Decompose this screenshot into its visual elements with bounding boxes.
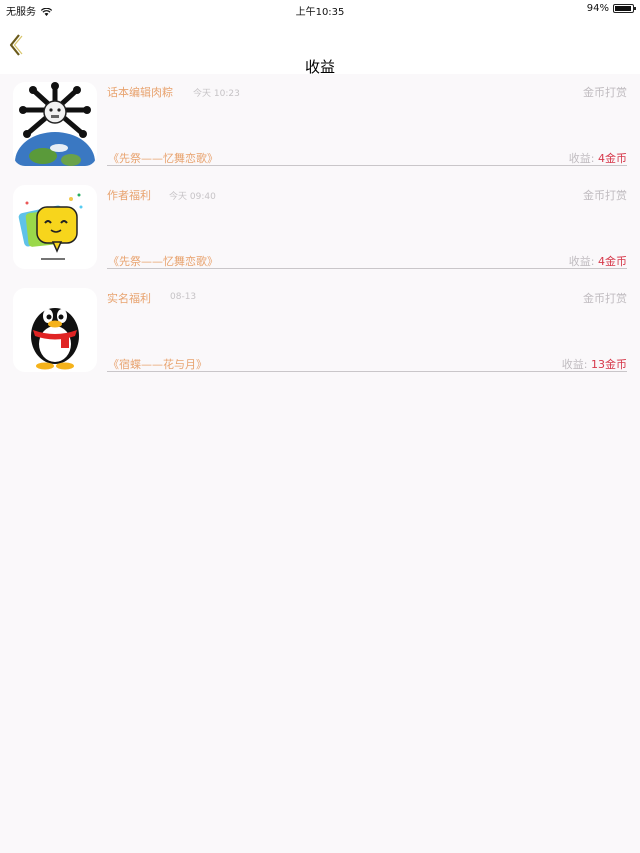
income-value: 收益: 4金币 [569,253,627,269]
divider [107,165,627,166]
income-label: 收益: [568,255,595,268]
book-title[interactable]: 《先祭——忆舞恋歌》 [108,150,218,166]
income-list: 话本编辑肉粽 今天 10:23 金币打赏 《先祭——忆舞恋歌》 收益: 4金币 … [0,74,640,383]
income-amount: 13金币 [591,358,627,371]
battery-icon [613,4,636,13]
list-item[interactable]: 作者福利 今天 09:40 金币打赏 《先祭——忆舞恋歌》 收益: 4金币 [0,177,640,280]
sender-name: 话本编辑肉粽 [107,86,173,99]
timestamp: 08-13 [170,292,197,302]
book-title[interactable]: 《宿蝶——花与月》 [108,356,207,372]
income-label: 收益: [568,152,595,165]
timestamp: 今天 10:23 [193,89,240,99]
income-value: 收益: 13金币 [562,356,627,372]
back-button[interactable] [6,32,26,58]
chevron-left-icon [9,34,23,56]
income-amount: 4金币 [598,255,627,268]
list-item[interactable]: 实名福利 08-13 金币打赏 《宿蝶——花与月》 收益: 13金币 [0,280,640,383]
divider [107,268,627,269]
clock: 上午10:35 [295,7,345,18]
divider [107,371,627,372]
avatar [13,185,97,269]
income-label: 收益: [561,358,588,371]
battery-percent: 94% [586,3,609,14]
chat-bubble-avatar-icon [18,193,83,260]
income-amount: 4金币 [598,152,627,165]
timestamp: 今天 09:40 [169,192,216,202]
reward-type: 金币打赏 [583,292,627,305]
status-bar: 无服务 上午10:35 94% [0,0,640,18]
reward-type: 金币打赏 [583,86,627,99]
avatar [13,288,97,372]
list-item[interactable]: 话本编辑肉粽 今天 10:23 金币打赏 《先祭——忆舞恋歌》 收益: 4金币 [0,74,640,177]
sender-name: 实名福利 [107,292,151,305]
navigation-bar: 收益 [0,18,640,76]
income-value: 收益: 4金币 [569,150,627,166]
book-title[interactable]: 《先祭——忆舞恋歌》 [108,253,218,269]
sender-name: 作者福利 [107,189,151,202]
reward-type: 金币打赏 [583,189,627,202]
qq-penguin-avatar-icon [31,308,79,370]
skull-earth-avatar-icon [15,82,95,166]
avatar [13,82,97,166]
battery-status: 94% [586,3,636,14]
